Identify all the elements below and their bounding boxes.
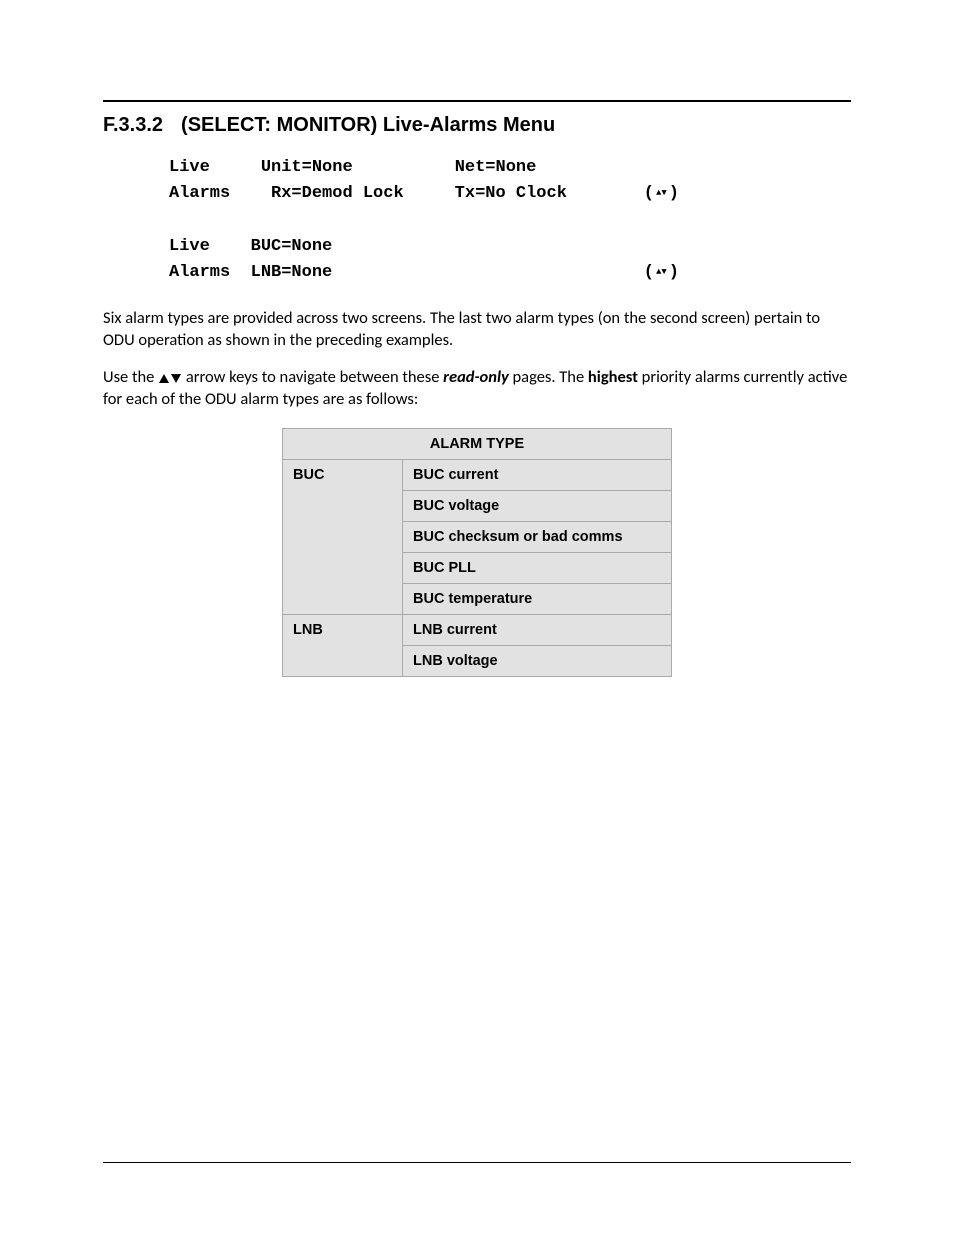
item-cell: BUC voltage (403, 491, 672, 522)
lcd-text: Alarms Rx=Demod Lock Tx=No Clock (169, 181, 567, 207)
section-title: (SELECT: MONITOR) Live-Alarms Menu (181, 114, 555, 136)
lcd-screen-1: Live Unit=None Net=None Alarms Rx=Demod … (169, 155, 679, 206)
lcd-text: Alarms LNB=None (169, 260, 332, 286)
text-fragment-emphasis: read-only (443, 367, 509, 387)
item-cell: BUC temperature (403, 584, 672, 615)
lcd-col: Live (169, 158, 210, 177)
lcd-col: LNB=None (251, 263, 333, 282)
lcd-screen-2: Live BUC=None Alarms LNB=None (▲▼) (169, 234, 679, 285)
table-row: LNB LNB current (283, 615, 672, 646)
text-fragment-bold: highest (588, 367, 638, 387)
text-fragment: arrow keys to navigate between these (182, 367, 443, 387)
lcd-col: Net=None (455, 158, 537, 177)
lcd-col: Alarms (169, 184, 230, 203)
item-cell: BUC PLL (403, 553, 672, 584)
lcd-line-1: Live Unit=None Net=None (169, 155, 679, 181)
lcd-col: Live (169, 237, 210, 256)
lcd-text: Live BUC=None (169, 234, 332, 260)
category-cell: BUC (283, 460, 403, 615)
lcd-text: Live Unit=None Net=None (169, 155, 536, 181)
up-down-arrow-keys-icon (158, 367, 182, 389)
section-heading: F.3.3.2 (SELECT: MONITOR) Live-Alarms Men… (103, 114, 851, 137)
paragraph-1: Six alarm types are provided across two … (103, 307, 851, 352)
table-row: BUC BUC current (283, 460, 672, 491)
lcd-col: Alarms (169, 263, 230, 282)
text-fragment: Use the (103, 367, 158, 387)
section-number: F.3.3.2 (103, 114, 163, 136)
up-down-arrow-icon: (▲▼) (644, 181, 679, 207)
paragraph-2: Use the arrow keys to navigate between t… (103, 366, 851, 411)
alarm-type-table: ALARM TYPE BUC BUC current BUC voltage B… (282, 428, 672, 677)
item-cell: BUC checksum or bad comms (403, 522, 672, 553)
lcd-line-2: Alarms LNB=None (▲▼) (169, 260, 679, 286)
lcd-col: BUC=None (251, 237, 333, 256)
category-cell: LNB (283, 615, 403, 677)
text-fragment: pages. The (509, 367, 588, 387)
body-text: Six alarm types are provided across two … (103, 307, 851, 677)
item-cell: BUC current (403, 460, 672, 491)
lcd-col: Rx=Demod Lock (261, 184, 404, 203)
lcd-col: Tx=No Clock (455, 184, 567, 203)
table-header: ALARM TYPE (283, 429, 672, 460)
up-down-arrow-icon: (▲▼) (644, 260, 679, 286)
item-cell: LNB voltage (403, 646, 672, 677)
page-content: F.3.3.2 (SELECT: MONITOR) Live-Alarms Men… (103, 100, 851, 677)
footer-rule (103, 1162, 851, 1163)
lcd-line-1: Live BUC=None (169, 234, 679, 260)
lcd-line-2: Alarms Rx=Demod Lock Tx=No Clock (▲▼) (169, 181, 679, 207)
lcd-col: Unit=None (261, 158, 353, 177)
item-cell: LNB current (403, 615, 672, 646)
